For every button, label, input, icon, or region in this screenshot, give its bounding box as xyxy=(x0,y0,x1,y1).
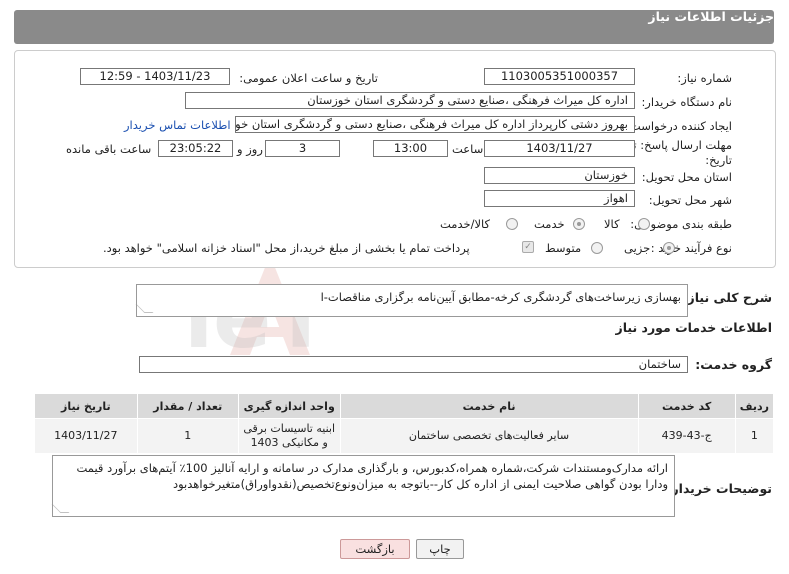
creator-field[interactable]: بهروز دشتی کارپرداز اداره کل میراث فرهنگ… xyxy=(235,116,635,133)
description-text: بهسازی زیرساخت‌های گردشگری کرخه-مطابق آی… xyxy=(320,290,681,304)
buyer-org-label: نام دستگاه خریدار: xyxy=(641,95,732,109)
city-field[interactable]: اهواز xyxy=(484,190,635,207)
days-remaining-field[interactable]: 3 xyxy=(265,140,340,157)
resize-grip-icon[interactable] xyxy=(51,504,70,513)
cell-code: ج-43-439 xyxy=(637,418,736,454)
cell-qty: 1 xyxy=(136,418,239,454)
process-medium-radio[interactable] xyxy=(591,242,603,254)
announce-date-field[interactable]: 1403/11/23 - 12:59 xyxy=(80,68,230,85)
process-minor-radio[interactable] xyxy=(663,242,675,254)
cell-unit-line1: ابنیه تاسیسات برقی xyxy=(243,422,336,435)
creator-label: ایجاد کننده درخواست: xyxy=(626,119,732,133)
treasury-note: پرداخت تمام یا بخشی از مبلغ خرید،از محل … xyxy=(103,241,470,255)
cell-name: سایر فعالیت‌های تخصصی ساختمان xyxy=(339,418,639,454)
deadline-time-field[interactable]: 13:00 xyxy=(373,140,448,157)
city-label: شهر محل تحویل: xyxy=(648,193,732,207)
category-goods-radio[interactable] xyxy=(638,218,650,230)
services-table: ردیف کد خدمت نام خدمت واحد اندازه گیری ت… xyxy=(34,393,775,454)
resize-grip-icon[interactable] xyxy=(135,304,154,313)
service-group-label: گروه خدمت: xyxy=(695,357,772,372)
buyer-notes-line1: ارائه مدارک‌ومستندات شرکت،شماره همراه،کد… xyxy=(76,461,668,475)
col-unit-header: واحد اندازه گیری xyxy=(237,393,341,419)
cell-unit: ابنیه تاسیسات برقی و مکانیکی 1403 xyxy=(237,418,341,454)
category-both-radio[interactable] xyxy=(506,218,518,230)
service-group-field[interactable]: ساختمان xyxy=(139,356,688,373)
need-number-label: شماره نیاز: xyxy=(677,71,732,85)
province-field[interactable]: خوزستان xyxy=(484,167,635,184)
col-date-header: تاریخ نیاز xyxy=(34,393,138,419)
buyer-notes-field[interactable]: ارائه مدارک‌ومستندات شرکت،شماره همراه،کد… xyxy=(51,455,675,517)
days-label: روز و xyxy=(237,142,263,156)
back-button[interactable]: بازگشت xyxy=(340,539,410,559)
remaining-time-label: ساعت باقی مانده xyxy=(66,142,152,156)
deadline-time-label: ساعت xyxy=(452,142,484,156)
table-header-row: ردیف کد خدمت نام خدمت واحد اندازه گیری ت… xyxy=(34,393,775,419)
deadline-label-date: تاریخ: xyxy=(705,153,732,167)
page-title: جزئیات اطلاعات نیاز xyxy=(648,9,774,24)
description-field[interactable]: بهسازی زیرساخت‌های گردشگری کرخه-مطابق آی… xyxy=(135,284,688,317)
category-service-label: خدمت xyxy=(534,217,565,231)
description-label: شرح کلی نیاز: xyxy=(682,290,772,305)
category-goods-label: کالا xyxy=(604,217,620,231)
category-service-radio[interactable] xyxy=(573,218,585,230)
buyer-notes-line2: ودارا بودن گواهی صلاحیت ایمنی از اداره ک… xyxy=(172,477,668,491)
category-both-label: کالا/خدمت xyxy=(440,217,491,231)
buyer-contact-link[interactable]: اطلاعات تماس خریدار xyxy=(124,118,231,132)
province-label: استان محل تحویل: xyxy=(641,170,732,184)
table-row[interactable]: 1 ج-43-439 سایر فعالیت‌های تخصصی ساختمان… xyxy=(34,418,775,454)
cell-date: 1403/11/27 xyxy=(34,418,138,454)
need-number-field[interactable]: 1103005351000357 xyxy=(484,68,635,85)
remaining-time-field[interactable]: 23:05:22 xyxy=(158,140,233,157)
col-qty-header: تعداد / مقدار xyxy=(136,393,239,419)
deadline-date-field[interactable]: 1403/11/27 xyxy=(484,140,635,157)
svg-text:AriaTender.neT: AriaTender.neT xyxy=(190,268,330,368)
cell-unit-line2: و مکانیکی 1403 xyxy=(250,436,328,449)
buyer-notes-label: توضیحات خریدار: xyxy=(666,481,772,496)
services-section-title: اطلاعات خدمات مورد نیاز xyxy=(615,320,773,335)
col-name-header: نام خدمت xyxy=(339,393,639,419)
process-medium-label: متوسط xyxy=(545,241,582,255)
treasury-checkbox[interactable]: ✓ xyxy=(522,241,534,253)
print-button[interactable]: چاپ xyxy=(416,539,464,559)
process-minor-label: جزیی xyxy=(624,241,651,255)
col-index-header: ردیف xyxy=(734,393,775,419)
cell-index: 1 xyxy=(734,418,775,454)
col-code-header: کد خدمت xyxy=(637,393,736,419)
deadline-label: مهلت ارسال پاسخ: تا xyxy=(629,138,732,152)
buyer-org-field[interactable]: اداره کل میراث فرهنگی ،صنایع دستی و گردش… xyxy=(185,92,635,109)
announce-date-label: تاریخ و ساعت اعلان عمومی: xyxy=(239,71,378,85)
